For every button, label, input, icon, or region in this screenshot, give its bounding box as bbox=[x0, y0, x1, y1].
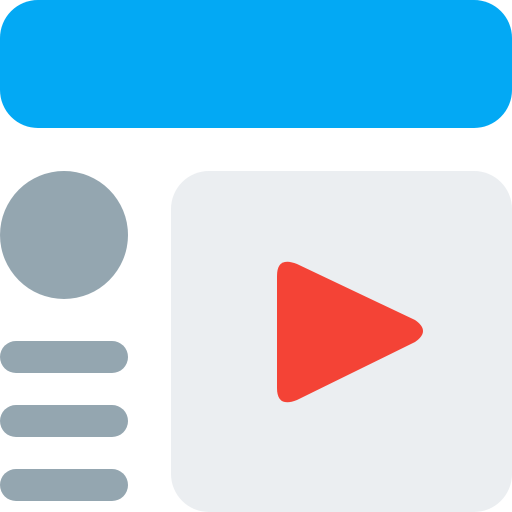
text-line bbox=[0, 341, 128, 373]
play-icon[interactable] bbox=[275, 254, 430, 409]
text-line bbox=[0, 405, 128, 437]
avatar bbox=[0, 171, 128, 299]
play-triangle bbox=[277, 261, 423, 403]
text-line bbox=[0, 469, 128, 501]
header-bar bbox=[0, 0, 512, 128]
